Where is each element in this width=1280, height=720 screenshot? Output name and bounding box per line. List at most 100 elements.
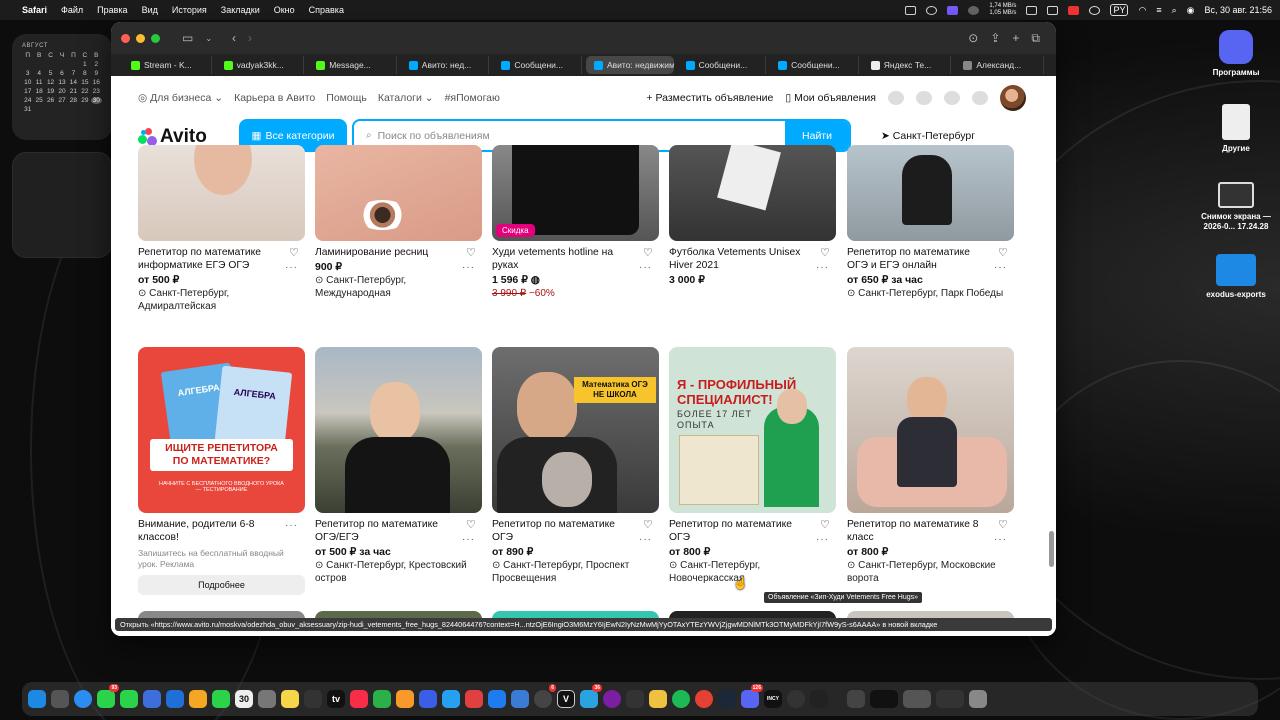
sidebar-icon[interactable]: ▭ xyxy=(182,31,193,45)
more-options-icon[interactable]: ··· xyxy=(285,262,298,273)
ad-more-button[interactable]: Подробнее xyxy=(138,575,305,595)
browser-tab[interactable]: Сообщени... xyxy=(770,56,859,74)
app-icon[interactable] xyxy=(649,690,667,708)
status-icon[interactable] xyxy=(1089,5,1101,15)
incy-icon[interactable]: INCY xyxy=(764,690,782,708)
app-icon[interactable]: 6 xyxy=(534,684,556,708)
desktop-icon-screenshot[interactable]: Снимок экрана — 2026-0... 17.24.28 xyxy=(1194,182,1278,232)
wifi-icon[interactable]: ◠ xyxy=(1138,5,1146,16)
listing-title[interactable]: Репетитор по математике ОГЭ xyxy=(669,518,836,544)
new-tab-icon[interactable]: + xyxy=(1012,31,1019,45)
contacts-icon[interactable] xyxy=(258,690,276,708)
status-icon[interactable] xyxy=(926,5,938,15)
avatar[interactable] xyxy=(1000,85,1026,111)
pages-icon[interactable] xyxy=(396,690,414,708)
back-icon[interactable]: ‹ xyxy=(232,31,236,45)
favorite-heart-icon[interactable]: ♡ xyxy=(998,248,1009,259)
status-icon[interactable] xyxy=(968,5,980,15)
listing-card[interactable]: Репетитор по математике ОГЭ и ЕГЭ онлайн… xyxy=(847,145,1014,300)
messages-icon[interactable] xyxy=(944,91,960,105)
browser-tab[interactable]: Сообщени... xyxy=(493,56,582,74)
notifications-icon[interactable] xyxy=(916,91,932,105)
finder-icon[interactable] xyxy=(28,690,46,708)
listing-card[interactable]: Репетитор по математике 8 класс от 800 ₽… xyxy=(847,347,1014,585)
app-icon[interactable] xyxy=(419,690,437,708)
listing-image[interactable]: Математика ОГЭ НЕ ШКОЛА xyxy=(492,347,659,513)
menu-help[interactable]: Справка xyxy=(309,5,344,15)
scrollbar-thumb[interactable] xyxy=(1049,531,1054,567)
chrome-icon[interactable] xyxy=(695,690,713,708)
app-icon[interactable] xyxy=(626,690,644,708)
music-icon[interactable] xyxy=(350,690,368,708)
listing-card[interactable]: Математика ОГЭ НЕ ШКОЛА Репетитор по мат… xyxy=(492,347,659,585)
search-input[interactable] xyxy=(377,129,785,142)
listing-image[interactable] xyxy=(847,347,1014,513)
favorite-heart-icon[interactable]: ♡ xyxy=(643,248,654,259)
listing-title[interactable]: Репетитор по математике 8 класс xyxy=(847,518,1014,544)
spotify-icon[interactable] xyxy=(672,690,690,708)
numbers-icon[interactable] xyxy=(373,690,391,708)
more-options-icon[interactable]: ··· xyxy=(816,262,829,273)
more-options-icon[interactable]: ··· xyxy=(639,534,652,545)
messages-icon[interactable]: 93 xyxy=(97,684,119,708)
reminders-icon[interactable] xyxy=(304,690,322,708)
vim-icon[interactable]: V xyxy=(557,690,575,708)
app-icon[interactable] xyxy=(810,690,828,708)
forward-icon[interactable]: › xyxy=(248,31,252,45)
trash-icon[interactable] xyxy=(969,690,987,708)
mail-icon[interactable] xyxy=(166,690,184,708)
favorite-heart-icon[interactable]: ♡ xyxy=(643,520,654,531)
minimized-window[interactable] xyxy=(847,690,865,708)
ad-title[interactable]: Внимание, родители 6-8 классов! xyxy=(138,518,305,544)
app-icon[interactable] xyxy=(603,690,621,708)
launchpad-icon[interactable] xyxy=(51,690,69,708)
favorite-heart-icon[interactable]: ♡ xyxy=(466,248,477,259)
favorite-heart-icon[interactable]: ♡ xyxy=(289,248,300,259)
ad-image[interactable]: АЛГЕБРА АЛГЕБРА ИЩИТЕ РЕПЕТИТОРА ПО МАТЕМ… xyxy=(138,347,305,513)
battery-icon[interactable] xyxy=(1047,5,1059,15)
ad-card[interactable]: АЛГЕБРА АЛГЕБРА ИЩИТЕ РЕПЕТИТОРА ПО МАТЕМ… xyxy=(138,347,305,595)
my-ads-link[interactable]: ▯ Мои объявления xyxy=(785,92,876,104)
menu-history[interactable]: История xyxy=(172,5,207,15)
desktop-icon-exodus[interactable]: exodus-exports xyxy=(1194,254,1278,300)
desktop-icon-programs[interactable]: Программы xyxy=(1194,30,1278,78)
control-center-icon[interactable]: ≡ xyxy=(1156,5,1161,15)
discord-icon[interactable]: 126 xyxy=(741,684,763,708)
more-options-icon[interactable]: ··· xyxy=(462,262,475,273)
listing-card[interactable]: Футболка Vetements Unisex Hiver 2021 3 0… xyxy=(669,145,836,287)
search-icon[interactable]: ⌕ xyxy=(1172,5,1177,16)
menu-edit[interactable]: Правка xyxy=(97,5,127,15)
browser-tab[interactable]: Message... xyxy=(308,56,397,74)
career-link[interactable]: Карьера в Авито xyxy=(234,92,315,104)
xcode-icon[interactable] xyxy=(488,690,506,708)
app-icon[interactable] xyxy=(1068,5,1080,15)
favorite-heart-icon[interactable]: ♡ xyxy=(466,520,477,531)
listing-image[interactable]: Я - ПРОФИЛЬНЫЙ СПЕЦИАЛИСТ! БОЛЕЕ 17 ЛЕТ ОП… xyxy=(669,347,836,513)
photos-icon[interactable] xyxy=(189,690,207,708)
menu-view[interactable]: Вид xyxy=(142,5,158,15)
close-window-button[interactable] xyxy=(121,33,130,43)
listing-title[interactable]: Ламинирование ресниц xyxy=(315,246,482,259)
listing-image[interactable] xyxy=(315,347,482,513)
listing-card[interactable]: Репетитор по математике информатике ЕГЭ … xyxy=(138,145,305,313)
download-icon[interactable]: ⊙ xyxy=(968,31,978,45)
rocket-icon[interactable] xyxy=(465,690,483,708)
status-icon[interactable] xyxy=(905,5,917,15)
helping-link[interactable]: #яПомогаю xyxy=(445,92,500,104)
chevron-down-icon[interactable]: ⌄ xyxy=(205,34,212,43)
more-options-icon[interactable]: ··· xyxy=(816,534,829,545)
steam-icon[interactable] xyxy=(718,690,736,708)
clock[interactable]: Вс, 30 авг. 21:56 xyxy=(1204,5,1272,15)
favorite-heart-icon[interactable]: ♡ xyxy=(820,520,831,531)
listing-card[interactable]: Я - ПРОФИЛЬНЫЙ СПЕЦИАЛИСТ! БОЛЕЕ 17 ЛЕТ ОП… xyxy=(669,347,836,585)
browser-tab[interactable]: Сообщени... xyxy=(678,56,767,74)
browser-tab[interactable]: Авито: недвижимос... xyxy=(585,56,674,74)
listing-image[interactable] xyxy=(669,145,836,241)
listing-title[interactable]: Футболка Vetements Unisex Hiver 2021 xyxy=(669,246,836,272)
more-options-icon[interactable]: ··· xyxy=(462,534,475,545)
favorite-heart-icon[interactable]: ♡ xyxy=(820,248,831,259)
browser-tab[interactable]: Stream - K... xyxy=(123,56,212,74)
cart-icon[interactable] xyxy=(972,91,988,105)
menu-app[interactable]: Safari xyxy=(22,5,47,15)
zoom-window-button[interactable] xyxy=(151,33,160,43)
